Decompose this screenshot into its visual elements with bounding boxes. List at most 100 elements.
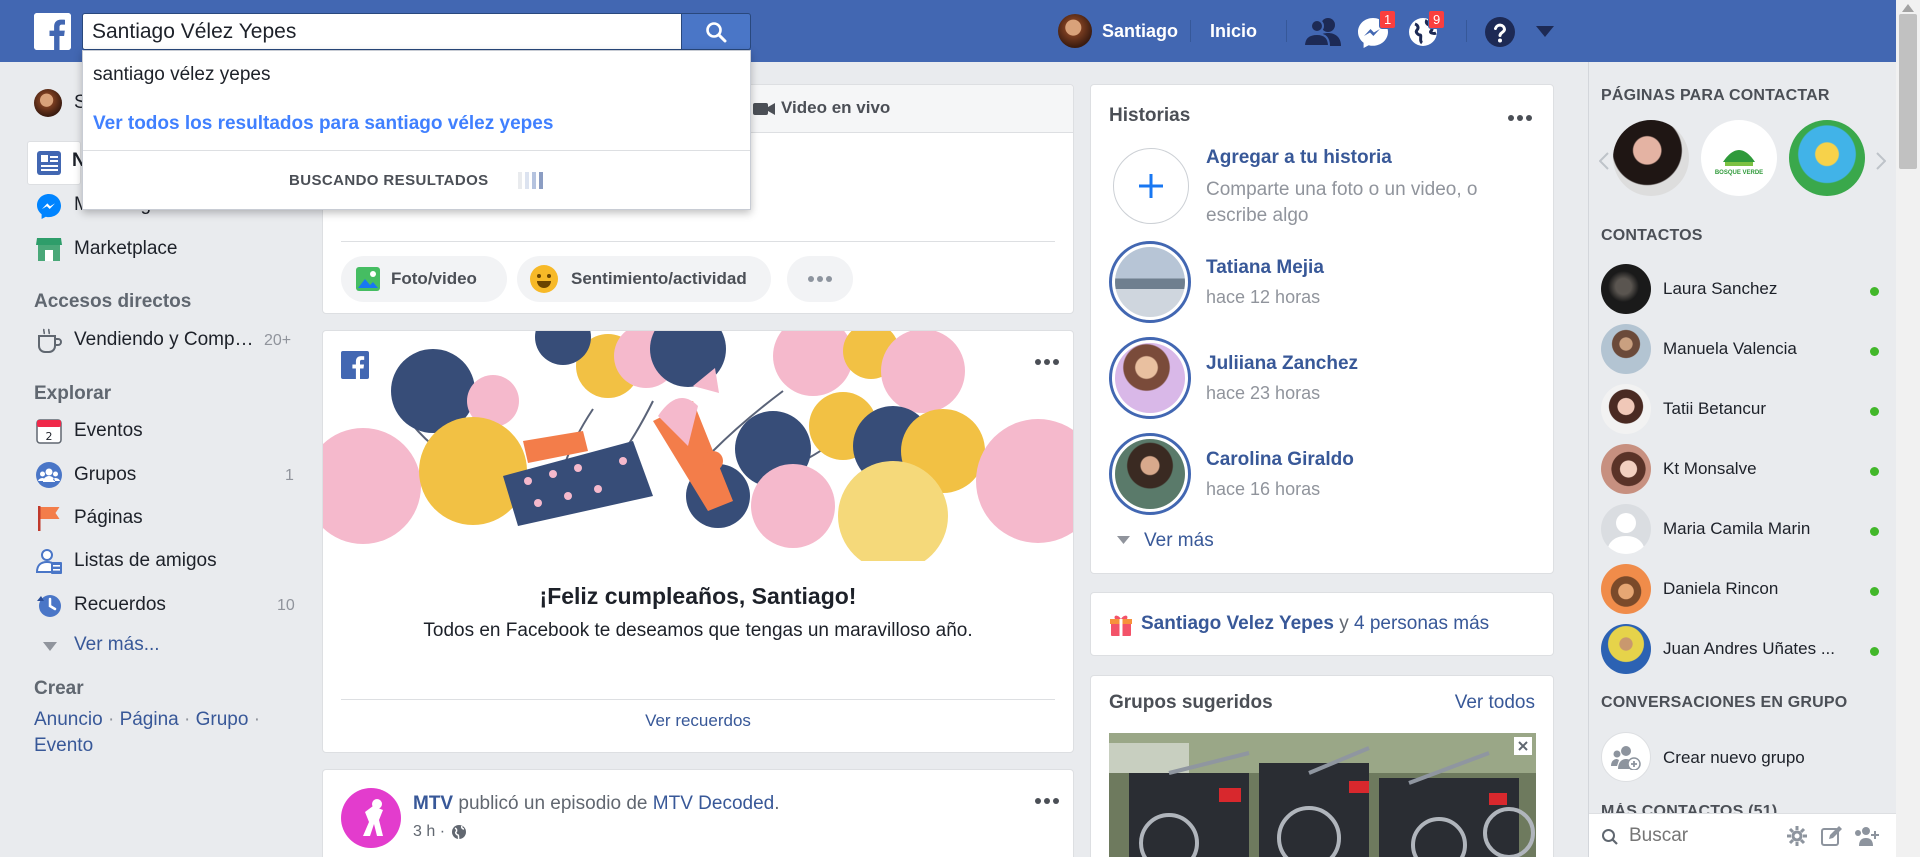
flag-icon[interactable] [35, 504, 63, 532]
contact-avatar[interactable] [1601, 564, 1651, 614]
contact-avatar[interactable] [1601, 324, 1651, 374]
chat-search-input[interactable] [1629, 823, 1779, 849]
suggested-groups-heading: Grupos sugeridos [1109, 692, 1273, 713]
contact-avatar[interactable] [1601, 384, 1651, 434]
profile-shortcut[interactable]: S [34, 89, 87, 117]
friend-requests-icon[interactable] [1304, 16, 1342, 46]
facebook-logo-icon[interactable] [34, 13, 71, 50]
group-conversations-heading: CONVERSACIONES EN GRUPO [1601, 694, 1848, 711]
stories-options-icon[interactable] [1508, 115, 1532, 121]
messenger-icon[interactable] [35, 192, 63, 220]
post-options-icon[interactable] [1035, 798, 1059, 804]
messages-badge: 1 [1379, 10, 1397, 29]
birthday-person-link[interactable]: Santiago Velez Yepes [1141, 613, 1334, 634]
story-avatar[interactable] [1109, 433, 1191, 515]
search-button[interactable] [681, 13, 751, 50]
marketplace-icon[interactable] [35, 235, 63, 263]
search-box[interactable] [82, 13, 682, 50]
add-story-button[interactable] [1113, 148, 1189, 224]
search-input[interactable] [83, 14, 681, 49]
gear-icon[interactable] [1786, 825, 1808, 847]
create-new-group-link[interactable]: Crear nuevo grupo [1663, 748, 1805, 768]
page-avatar[interactable] [1789, 120, 1865, 196]
contact-avatar[interactable] [1601, 444, 1651, 494]
explore-item-groups[interactable]: Grupos [74, 464, 136, 486]
shortcut-item-label[interactable]: Vendiendo y Comp… [74, 329, 260, 351]
calendar-icon[interactable]: 2 [35, 417, 63, 445]
see-memories-link[interactable]: Ver recuerdos [323, 711, 1073, 731]
scrollbar-thumb[interactable] [1899, 14, 1917, 169]
contact-name[interactable]: Tatii Betancur [1663, 399, 1766, 419]
create-group-chat-icon[interactable] [1854, 825, 1880, 847]
create-event-link[interactable]: Evento [34, 735, 93, 756]
more-icon [808, 276, 832, 282]
close-icon[interactable] [1514, 737, 1532, 755]
friend-list-icon[interactable] [35, 547, 63, 575]
story-name[interactable]: Carolina Giraldo [1206, 449, 1354, 471]
story-avatar[interactable] [1109, 337, 1191, 419]
help-icon[interactable] [1484, 16, 1516, 48]
search-suggestion[interactable]: santiago vélez yepes [93, 64, 270, 86]
page-avatar[interactable] [1613, 120, 1689, 196]
stories-see-more-link[interactable]: Ver más [1144, 530, 1214, 552]
group-cover-image[interactable] [1109, 733, 1536, 857]
news-feed-item[interactable]: N [27, 141, 86, 185]
story-name[interactable]: Juliiana Zanchez [1206, 353, 1358, 375]
chevron-left-icon[interactable] [1599, 152, 1609, 170]
contact-name[interactable]: Juan Andres Uñates ... [1663, 639, 1863, 659]
explore-item-friend-lists[interactable]: Listas de amigos [74, 550, 217, 572]
see-more-link[interactable]: Ver más... [74, 634, 160, 656]
story-name[interactable]: Tatiana Mejia [1206, 257, 1324, 279]
groups-icon[interactable] [35, 461, 63, 489]
scroll-up-icon[interactable] [1902, 4, 1914, 12]
home-label: Inicio [1210, 20, 1258, 41]
see-all-results-link[interactable]: Ver todos los resultados para santiago v… [93, 113, 553, 135]
account-menu-chevron-down-icon[interactable] [1536, 26, 1554, 37]
contact-avatar[interactable] [1601, 264, 1651, 314]
mtv-avatar[interactable] [341, 788, 401, 848]
explore-item-memories[interactable]: Recuerdos [74, 594, 166, 616]
feeling-activity-button[interactable]: Sentimiento/actividad [517, 256, 771, 302]
page-avatar[interactable]: BOSQUE VERDE [1701, 120, 1777, 196]
profile-link[interactable]: Santiago [1058, 0, 1178, 62]
shortcut-group-icon[interactable] [35, 326, 63, 354]
online-status-indicator [1870, 587, 1879, 596]
post-target-link[interactable]: MTV Decoded [653, 793, 774, 814]
home-link[interactable]: Inicio [1210, 0, 1257, 62]
add-story-title[interactable]: Agregar a tu historia [1206, 147, 1392, 169]
story-avatar[interactable] [1109, 241, 1191, 323]
chevron-right-icon[interactable] [1876, 152, 1886, 170]
new-message-icon[interactable] [1821, 825, 1843, 847]
photo-video-button[interactable]: Foto/video [341, 256, 507, 302]
contact-avatar[interactable] [1601, 504, 1651, 554]
contact-name[interactable]: Laura Sanchez [1663, 279, 1777, 299]
divider [1286, 20, 1287, 42]
post-author-link[interactable]: MTV [413, 793, 453, 814]
memories-icon[interactable] [35, 591, 63, 619]
divider [1190, 20, 1191, 42]
post-header: MTV publicó un episodio de MTV Decoded. [413, 793, 780, 815]
memories-count: 10 [277, 597, 295, 614]
contact-name[interactable]: Manuela Valencia [1663, 339, 1797, 359]
see-all-groups-link[interactable]: Ver todos [1455, 692, 1535, 714]
contact-name[interactable]: Kt Monsalve [1663, 459, 1757, 479]
contact-avatar[interactable] [1601, 624, 1651, 674]
online-status-indicator [1870, 407, 1879, 416]
create-ad-link[interactable]: Anuncio [34, 709, 103, 730]
birthday-others-link[interactable]: 4 personas más [1354, 613, 1489, 634]
create-group-link[interactable]: Grupo [196, 709, 249, 730]
create-page-link[interactable]: Página [120, 709, 179, 730]
post-time[interactable]: 3 h · [413, 823, 445, 841]
explore-item-events[interactable]: Eventos [74, 420, 143, 442]
explore-item-pages[interactable]: Páginas [74, 507, 143, 529]
story-time: hace 12 horas [1206, 287, 1321, 307]
right-sidebar: PÁGINAS PARA CONTACTAR BOSQUE VERDE CONT… [1588, 62, 1897, 857]
create-group-icon[interactable] [1601, 732, 1651, 782]
shortcut-count: 20+ [264, 332, 292, 349]
marketplace-link[interactable]: Marketplace [74, 238, 178, 260]
contact-name[interactable]: Daniela Rincon [1663, 579, 1778, 599]
avatar [1058, 14, 1092, 48]
more-options-button[interactable] [787, 256, 853, 302]
live-video-tab[interactable]: Video en vivo [781, 98, 890, 118]
contact-name[interactable]: Maria Camila Marin [1663, 519, 1810, 539]
